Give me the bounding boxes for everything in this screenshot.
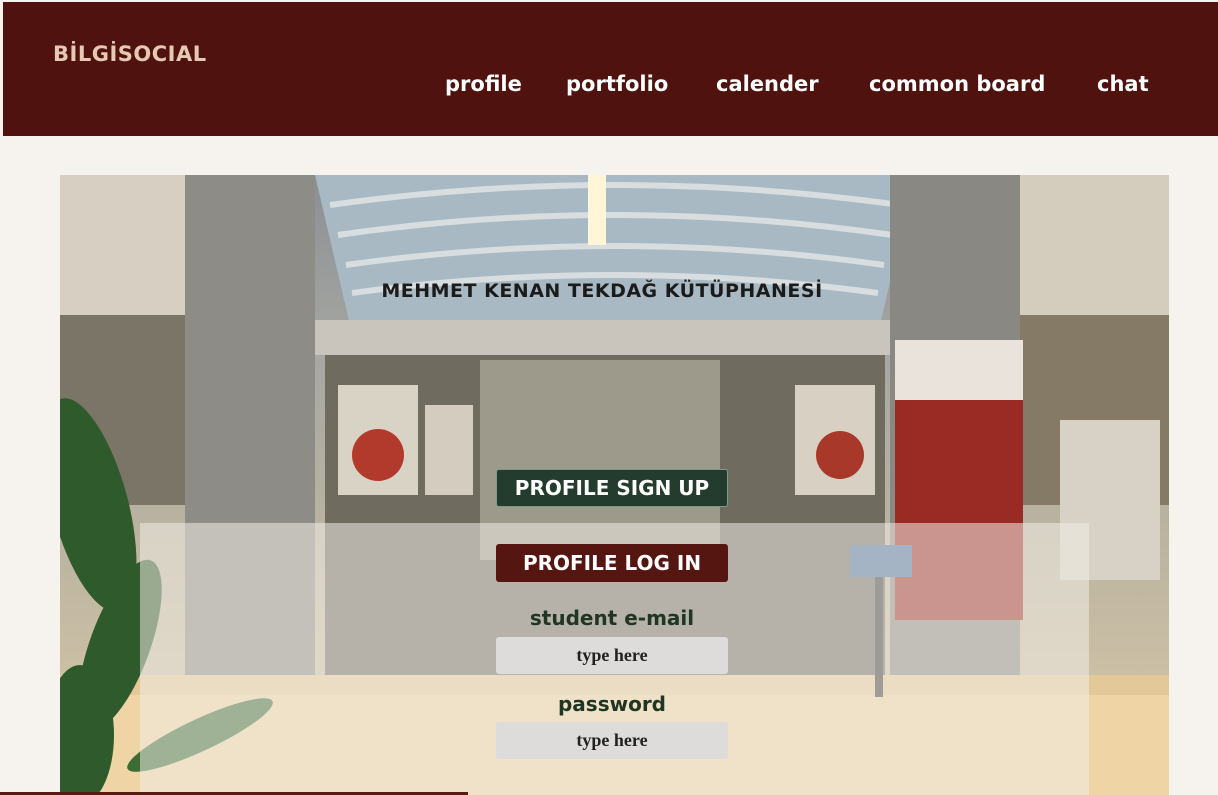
student-email-input[interactable] — [496, 637, 728, 674]
nav-link-portfolio[interactable]: portfolio — [566, 72, 668, 96]
nav-link-profile[interactable]: profile — [445, 72, 522, 96]
nav-link-calender[interactable]: calender — [716, 72, 819, 96]
profile-sign-up-button[interactable]: PROFILE SIGN UP — [496, 469, 728, 507]
nav-link-chat[interactable]: chat — [1097, 72, 1149, 96]
password-label: password — [557, 692, 667, 716]
brand-logo[interactable]: BİLGİSOCIAL — [53, 42, 207, 66]
password-input[interactable] — [496, 722, 728, 759]
top-navigation-bar: BİLGİSOCIAL profile portfolio calender c… — [3, 2, 1218, 136]
profile-log-in-button[interactable]: PROFILE LOG IN — [496, 544, 728, 582]
library-sign: MEHMET KENAN TEKDAĞ KÜTÜPHANESİ — [381, 280, 823, 302]
nav-link-common-board[interactable]: common board — [869, 72, 1045, 96]
student-email-label: student e-mail — [529, 606, 695, 630]
